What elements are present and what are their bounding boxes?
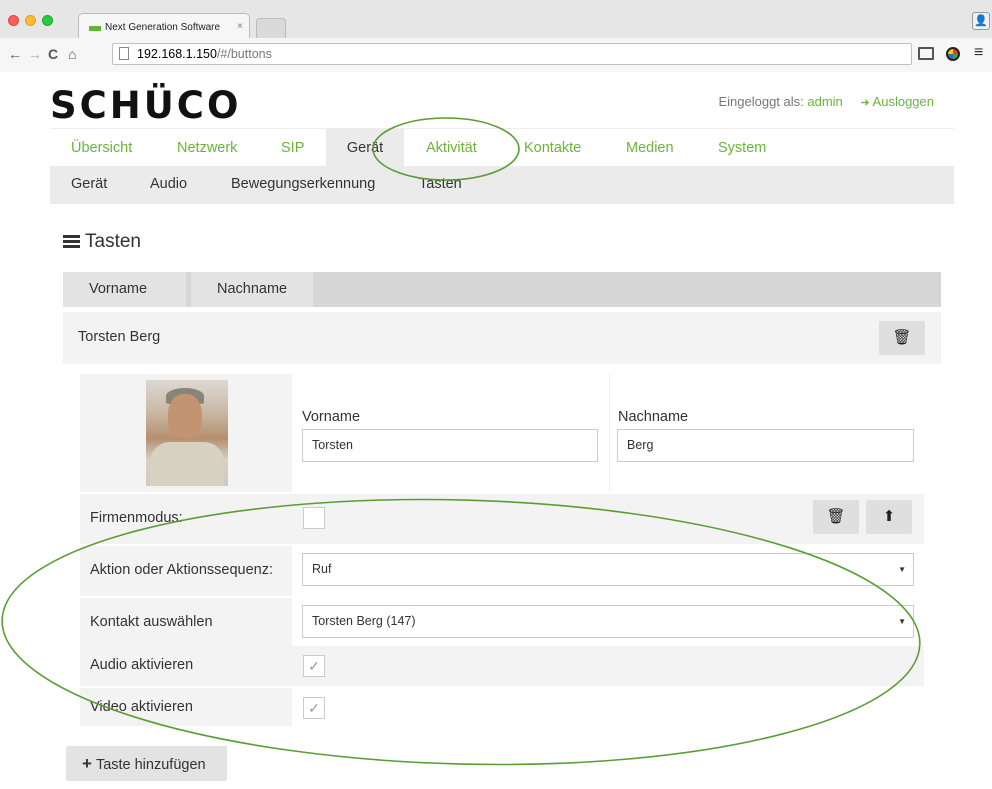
close-window-button[interactable] — [8, 15, 19, 26]
add-button[interactable]: + Taste hinzufügen — [66, 746, 227, 781]
contact-photo[interactable] — [146, 380, 228, 486]
subnav-bewegungserkennung[interactable]: Bewegungserkennung — [231, 176, 375, 192]
browser-toolbar: ← → C ⌂ 192.168.1.150/#/buttons ≡ — [0, 38, 992, 72]
vorname-input[interactable]: Torsten — [302, 429, 598, 462]
address-bar[interactable]: 192.168.1.150/#/buttons — [112, 43, 912, 65]
page-icon — [119, 47, 129, 60]
kontakt-value: Torsten Berg (147) — [312, 614, 416, 628]
menu-icon[interactable]: ≡ — [974, 44, 983, 62]
logged-in-label: Eingeloggt als: — [718, 94, 804, 109]
back-icon[interactable]: ← — [8, 46, 22, 62]
kontakt-select[interactable]: Torsten Berg (147) ▼ — [302, 605, 914, 638]
extension-icon[interactable] — [946, 47, 960, 61]
aktion-label: Aktion oder Aktionssequenz: — [90, 562, 273, 578]
nav-uebersicht[interactable]: Übersicht — [71, 129, 132, 167]
username: admin — [807, 94, 843, 109]
tab-close-icon[interactable]: × — [237, 21, 243, 32]
firmenmodus-row — [80, 494, 924, 544]
checkmark-icon: ✓ — [308, 700, 320, 716]
tab-bar: Next Generation Software × 👤 — [0, 0, 992, 39]
logout-link[interactable]: ➜ Ausloggen — [860, 94, 934, 109]
add-button-label: Taste hinzufügen — [95, 757, 206, 773]
photo-shirt — [150, 442, 224, 486]
subnav-tasten[interactable]: Tasten — [419, 176, 462, 192]
column-header: Vorname Nachname — [63, 272, 941, 307]
nav-system[interactable]: System — [718, 129, 766, 167]
schueco-logo: SCHÜCO — [50, 84, 242, 127]
nav-netzwerk[interactable]: Netzwerk — [177, 129, 237, 167]
nav-medien[interactable]: Medien — [626, 129, 674, 167]
kontakt-label: Kontakt auswählen — [90, 614, 213, 630]
main-navigation: Übersicht Netzwerk SIP Gerät Aktivität K… — [50, 128, 954, 167]
sub-navigation: Gerät Audio Bewegungserkennung Tasten — [50, 166, 954, 204]
upload-image-button[interactable]: ⬆ — [866, 500, 912, 534]
firmenmodus-checkbox[interactable] — [303, 507, 325, 529]
forward-icon[interactable]: → — [28, 46, 42, 62]
subnav-audio[interactable]: Audio — [150, 176, 187, 192]
nav-geraet[interactable]: Gerät — [326, 129, 404, 167]
browser-chrome: Next Generation Software × 👤 ← → C ⌂ 192… — [0, 0, 992, 72]
favicon-icon — [89, 26, 101, 31]
column-vorname[interactable]: Vorname — [63, 272, 186, 307]
page-title-text: Tasten — [85, 231, 141, 252]
column-nachname[interactable]: Nachname — [191, 272, 313, 307]
logout-label: Ausloggen — [872, 94, 934, 109]
checkmark-icon: ✓ — [308, 658, 320, 674]
new-tab-button[interactable] — [256, 18, 286, 38]
firmenmodus-label: Firmenmodus: — [90, 510, 183, 526]
minimize-window-button[interactable] — [25, 15, 36, 26]
entry-name: Torsten Berg — [78, 329, 161, 345]
aktion-value: Ruf — [312, 562, 332, 576]
photo-face — [168, 394, 202, 438]
chevron-down-icon: ▼ — [898, 565, 906, 574]
profile-icon[interactable]: 👤 — [972, 12, 990, 30]
reload-icon[interactable]: C — [48, 46, 58, 62]
vorname-label: Vorname — [302, 409, 361, 425]
cast-icon[interactable] — [918, 47, 934, 60]
audio-checkbox[interactable]: ✓ — [303, 655, 325, 677]
page-title: Tasten — [63, 231, 141, 253]
plus-icon: + — [82, 754, 92, 773]
audio-row — [80, 646, 924, 686]
subnav-geraet[interactable]: Gerät — [71, 176, 107, 192]
url-text: 192.168.1.150/#/buttons — [137, 44, 272, 64]
entry-header[interactable]: Torsten Berg 🗑 — [63, 312, 941, 364]
delete-entry-button[interactable]: 🗑 — [879, 321, 925, 355]
nachname-input[interactable]: Berg — [617, 429, 914, 462]
list-icon — [63, 235, 80, 248]
audio-label: Audio aktivieren — [90, 657, 194, 673]
login-info: Eingeloggt als: admin ➜ Ausloggen — [718, 94, 934, 109]
video-label: Video aktivieren — [90, 699, 193, 715]
nav-kontakte[interactable]: Kontakte — [524, 129, 581, 167]
trash-icon: 🗑 — [826, 508, 846, 525]
video-checkbox[interactable]: ✓ — [303, 697, 325, 719]
home-icon[interactable]: ⌂ — [68, 46, 76, 62]
logout-icon: ➜ — [860, 97, 870, 109]
browser-tab[interactable]: Next Generation Software × — [78, 13, 250, 39]
delete-image-button[interactable]: 🗑 — [813, 500, 859, 534]
tab-title: Next Generation Software — [105, 22, 221, 33]
upload-icon: ⬆ — [882, 508, 896, 525]
url-host: 192.168.1.150 — [137, 47, 217, 61]
aktion-select[interactable]: Ruf ▼ — [302, 553, 914, 586]
url-path: /#/buttons — [216, 47, 272, 61]
zoom-window-button[interactable] — [42, 15, 53, 26]
chevron-down-icon: ▼ — [898, 617, 906, 626]
nav-aktivitaet[interactable]: Aktivität — [426, 129, 477, 167]
trash-icon: 🗑 — [892, 329, 912, 346]
nachname-label: Nachname — [618, 409, 689, 425]
nav-sip[interactable]: SIP — [281, 129, 304, 167]
